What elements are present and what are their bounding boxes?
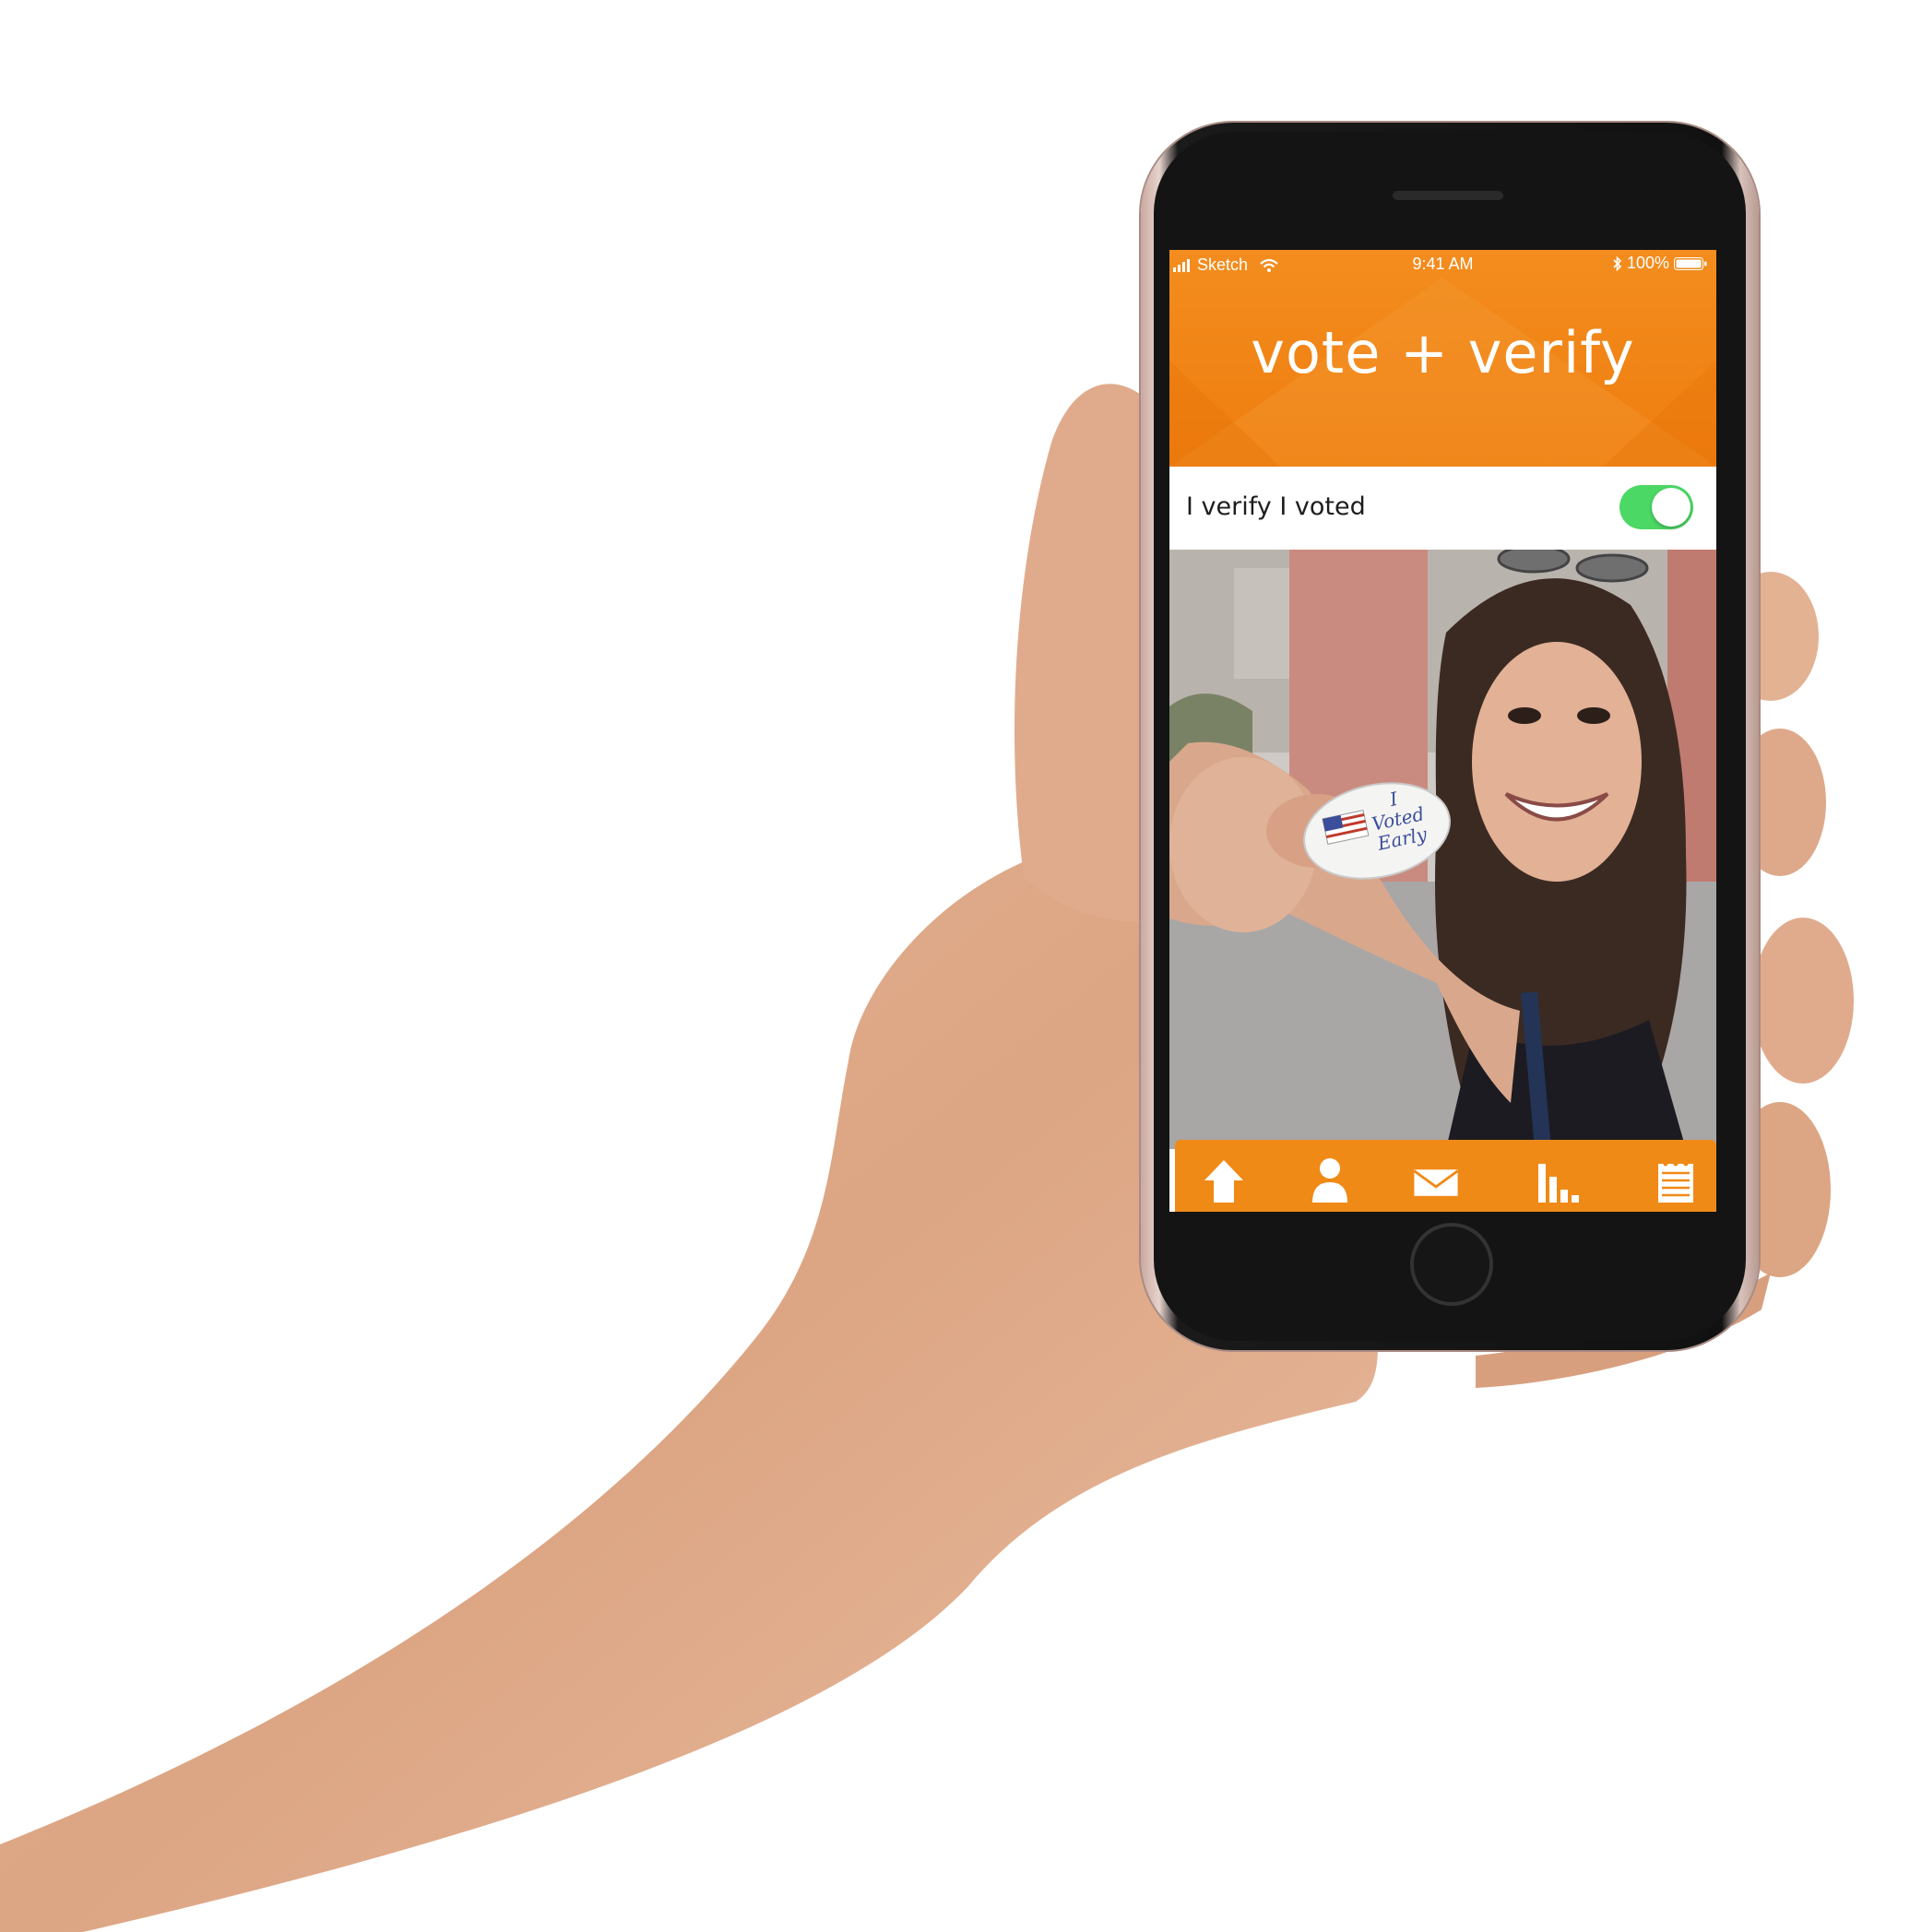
- toggle-knob: [1652, 488, 1691, 527]
- phone-screen: Sketch 9:41 AM 100% vote + verify I veri…: [1169, 250, 1716, 1212]
- verify-row: I verify I voted: [1169, 467, 1716, 550]
- home-button[interactable]: [1410, 1223, 1493, 1306]
- mail-icon[interactable]: [1413, 1156, 1459, 1203]
- earpiece: [1393, 191, 1503, 200]
- notepad-icon[interactable]: [1653, 1156, 1699, 1203]
- app-title: vote + verify: [1251, 319, 1635, 386]
- battery-icon: [1674, 256, 1707, 270]
- verify-toggle[interactable]: [1619, 485, 1693, 529]
- app-header: Sketch 9:41 AM 100% vote + verify: [1169, 250, 1716, 467]
- status-bar: Sketch 9:41 AM 100%: [1169, 250, 1716, 279]
- tab-bar: [1175, 1140, 1716, 1212]
- voter-photo: I Voted Early: [1169, 550, 1716, 1149]
- bluetooth-icon: [1613, 255, 1622, 271]
- battery-percent: 100%: [1626, 254, 1669, 272]
- profile-icon[interactable]: [1307, 1156, 1353, 1203]
- status-right: 100%: [1613, 254, 1707, 273]
- bar-chart-icon[interactable]: [1535, 1156, 1581, 1203]
- home-icon[interactable]: [1201, 1156, 1247, 1203]
- verify-label: I verify I voted: [1186, 492, 1366, 521]
